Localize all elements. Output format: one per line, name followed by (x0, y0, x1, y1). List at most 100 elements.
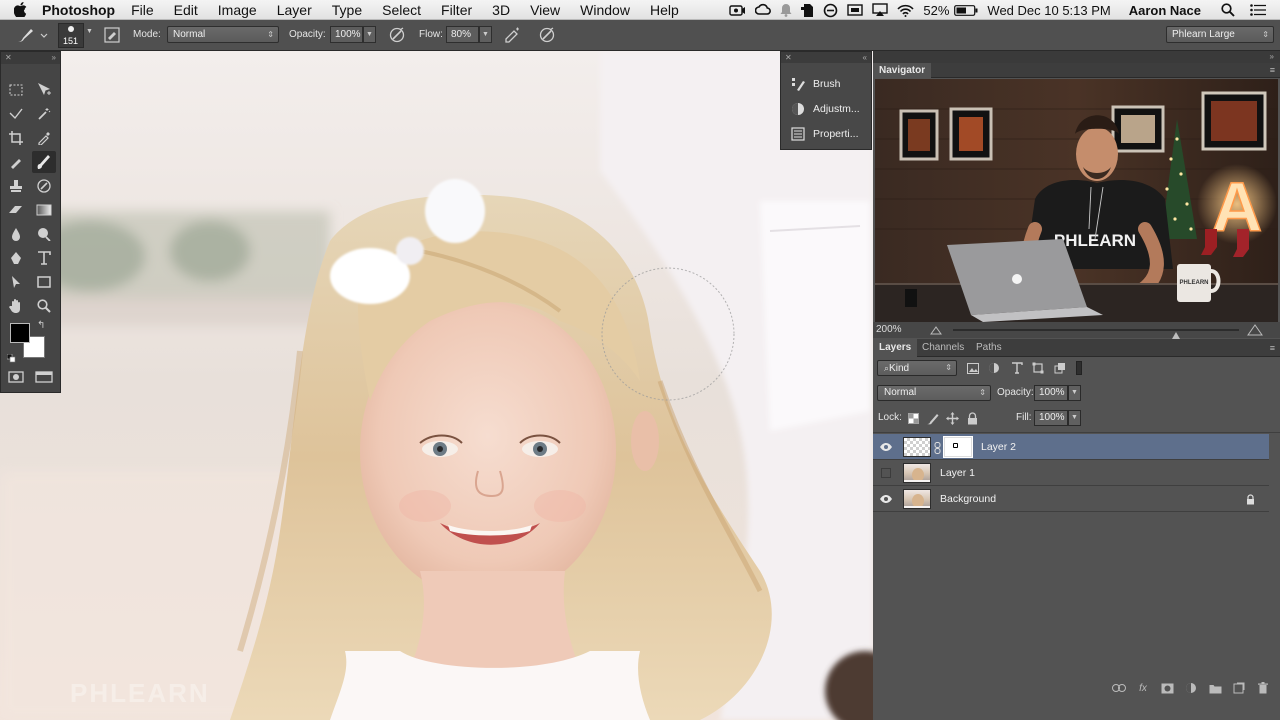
brush-panel-button[interactable]: Brush (781, 73, 873, 95)
flow-dropdown-icon[interactable]: ▼ (479, 26, 492, 43)
panel-menu-icon[interactable]: ≡ (1270, 339, 1275, 357)
opacity-field[interactable]: 100% (330, 26, 363, 43)
menu-select[interactable]: Select (382, 2, 421, 18)
tab-paths[interactable]: Paths (970, 339, 1008, 357)
zoom-in-icon[interactable] (1247, 324, 1263, 339)
tools-panel-header[interactable]: ✕» (1, 52, 60, 64)
zoom-slider-thumb[interactable] (1172, 332, 1181, 339)
adjustments-panel-button[interactable]: Adjustm... (781, 98, 873, 120)
menu-type[interactable]: Type (332, 2, 362, 18)
filter-smart-object-icon[interactable] (1053, 361, 1067, 375)
lock-position-icon[interactable] (945, 411, 959, 425)
menu-window[interactable]: Window (580, 2, 630, 18)
apple-menu-icon[interactable] (14, 2, 30, 17)
clock[interactable]: Wed Dec 10 5:13 PM (987, 3, 1110, 18)
tab-channels[interactable]: Channels (916, 339, 970, 357)
camera-icon[interactable] (729, 4, 746, 16)
creative-cloud-icon[interactable] (755, 3, 772, 17)
collapse-icon[interactable]: » (52, 52, 56, 64)
move-tool-icon[interactable] (32, 79, 56, 101)
eyedropper-tool-icon[interactable] (32, 127, 56, 149)
layer-visibility-eye-icon[interactable] (878, 491, 894, 507)
magic-wand-tool-icon[interactable] (32, 103, 56, 125)
lock-transparent-pixels-icon[interactable] (906, 411, 920, 425)
mode-select[interactable]: Normal (167, 26, 279, 43)
healing-brush-tool-icon[interactable] (4, 151, 28, 173)
zoom-out-icon[interactable] (930, 325, 942, 338)
layer-name[interactable]: Layer 2 (981, 441, 1016, 453)
filter-type-layers-icon[interactable] (1010, 361, 1024, 375)
menu-3d[interactable]: 3D (492, 2, 510, 18)
clone-stamp-tool-icon[interactable] (4, 175, 28, 197)
lock-all-icon[interactable] (965, 411, 979, 425)
opacity-dropdown-icon[interactable]: ▼ (363, 26, 376, 43)
dodge-tool-icon[interactable] (32, 223, 56, 245)
lasso-tool-icon[interactable] (4, 103, 28, 125)
layer-style-fx-icon[interactable]: fx (1136, 681, 1150, 695)
brush-preset-picker[interactable]: 151 (58, 23, 84, 48)
wifi-icon[interactable] (897, 4, 914, 17)
new-group-folder-icon[interactable] (1208, 681, 1222, 695)
layer-opacity-field[interactable]: 100% (1034, 385, 1068, 401)
menu-file[interactable]: File (131, 2, 154, 18)
type-tool-icon[interactable] (32, 247, 56, 269)
mini-dock-header[interactable]: ✕ « (781, 52, 871, 63)
airbrush-icon[interactable] (504, 26, 522, 44)
navigator-zoom-value[interactable]: 200% (876, 324, 902, 335)
default-colors-icon[interactable] (6, 350, 16, 363)
layer-mask-thumbnail[interactable] (943, 436, 973, 458)
new-layer-icon[interactable] (1232, 681, 1246, 695)
swap-colors-icon[interactable]: ↰ (37, 320, 45, 331)
brush-picker-chevron-icon[interactable]: ▼ (86, 28, 93, 35)
evernote-icon[interactable] (801, 3, 814, 18)
expand-icon[interactable]: « (863, 52, 867, 63)
navigator-thumbnail[interactable]: A PHLEARN PHLEARN (875, 79, 1278, 322)
zoom-tool-icon[interactable] (32, 295, 56, 317)
layer-row-layer-1[interactable]: Layer 1 (873, 460, 1269, 486)
user-menu[interactable]: Aaron Nace (1129, 3, 1201, 18)
layer-name[interactable]: Layer 1 (940, 467, 975, 479)
navigator-zoom-slider[interactable] (953, 329, 1239, 339)
menu-help[interactable]: Help (650, 2, 679, 18)
rectangle-tool-icon[interactable] (32, 271, 56, 293)
brush-tool-icon[interactable] (32, 151, 56, 173)
filter-shape-layers-icon[interactable] (1031, 361, 1045, 375)
layer-row-layer-2[interactable]: Layer 2 (873, 434, 1269, 460)
menu-filter[interactable]: Filter (441, 2, 472, 18)
layer-filter-kind-select[interactable]: ⌕Kind (877, 360, 957, 376)
app-menu[interactable]: Photoshop (42, 2, 115, 18)
filter-pixel-layers-icon[interactable] (966, 361, 980, 375)
gradient-tool-icon[interactable] (32, 199, 56, 221)
layer-visibility-toggle[interactable] (881, 468, 891, 478)
notification-icon[interactable] (780, 3, 792, 17)
lock-image-pixels-icon[interactable] (925, 411, 939, 425)
hand-tool-icon[interactable] (4, 295, 28, 317)
layer-visibility-eye-icon[interactable] (878, 439, 894, 455)
blend-mode-select[interactable]: Normal (877, 385, 991, 401)
menu-edit[interactable]: Edit (174, 2, 198, 18)
screen-mode-icon[interactable] (32, 366, 56, 388)
menu-view[interactable]: View (530, 2, 560, 18)
fill-dropdown-icon[interactable]: ▼ (1068, 410, 1081, 426)
quick-mask-icon[interactable] (4, 366, 28, 388)
link-layers-icon[interactable] (1112, 681, 1126, 695)
sync-icon[interactable] (823, 3, 838, 18)
tab-navigator[interactable]: Navigator (873, 63, 932, 78)
pressure-size-icon[interactable] (538, 26, 556, 44)
history-brush-tool-icon[interactable] (32, 175, 56, 197)
menu-image[interactable]: Image (218, 2, 257, 18)
add-layer-mask-icon[interactable] (1160, 681, 1174, 695)
collapse-dock-icon[interactable]: » (1270, 52, 1274, 61)
close-icon[interactable]: ✕ (5, 52, 12, 64)
close-icon[interactable]: ✕ (785, 52, 792, 63)
crop-tool-icon[interactable] (4, 127, 28, 149)
path-selection-tool-icon[interactable] (4, 271, 28, 293)
filter-toggle-switch[interactable] (1076, 361, 1082, 375)
spotlight-search-icon[interactable] (1221, 3, 1235, 17)
new-adjustment-layer-icon[interactable] (1184, 681, 1198, 695)
layer-mask-link-icon[interactable] (934, 441, 941, 459)
foreground-color-swatch[interactable] (10, 323, 30, 343)
battery-icon[interactable] (954, 4, 978, 16)
pressure-opacity-icon[interactable] (388, 26, 406, 44)
pen-tool-icon[interactable] (4, 247, 28, 269)
